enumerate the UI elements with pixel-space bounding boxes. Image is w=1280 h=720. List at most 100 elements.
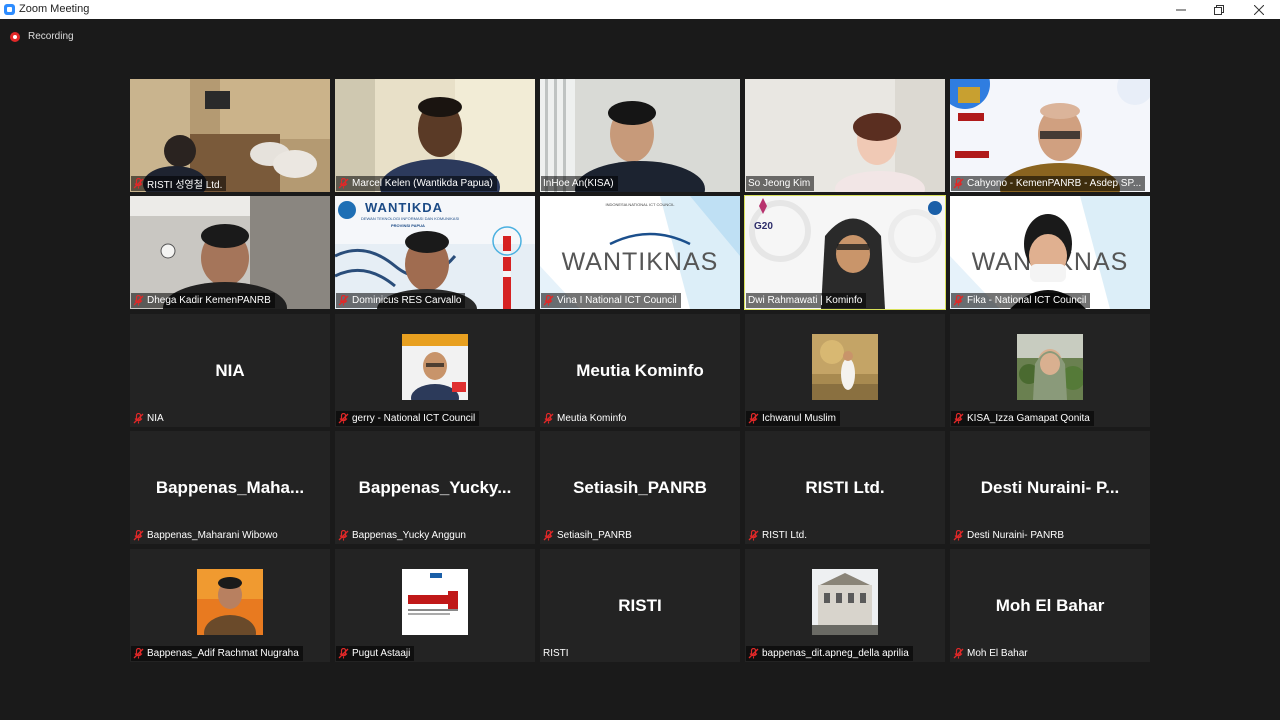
participant-tile[interactable]: KISA_Izza Gamapat Qonita	[950, 314, 1150, 427]
participant-name-label: Dominicus RES Carvallo	[336, 293, 466, 308]
participant-name: Dominicus RES Carvallo	[352, 295, 462, 306]
muted-mic-icon	[338, 530, 349, 541]
muted-mic-icon	[338, 178, 349, 189]
participant-avatar	[197, 569, 263, 635]
participant-name: Moh El Bahar	[967, 648, 1028, 659]
muted-mic-icon	[133, 648, 144, 659]
participant-name: Dhega Kadir KemenPANRB	[147, 295, 271, 306]
muted-mic-icon	[543, 530, 554, 541]
participant-name-label: Vina I National ICT Council	[541, 293, 681, 308]
participant-tile[interactable]: RISTI Ltd. RISTI Ltd.	[745, 431, 945, 544]
participant-name-label: Pugut Astaaji	[336, 646, 415, 661]
close-icon[interactable]	[1244, 0, 1274, 19]
recording-icon	[10, 31, 20, 42]
participant-tile[interactable]: RISTI RISTI	[540, 549, 740, 662]
participant-name: Desti Nuraini- PANRB	[967, 530, 1065, 541]
participant-tile[interactable]: Moh El Bahar Moh El Bahar	[950, 549, 1150, 662]
participant-tile[interactable]: Ichwanul Muslim	[745, 314, 945, 427]
participant-name-label: Dhega Kadir KemenPANRB	[131, 293, 275, 308]
participant-name: Ichwanul Muslim	[762, 413, 836, 424]
banner-subtitle: DEWAN TEKNOLOGI INFORMASI DAN KOMUNIKASI	[361, 216, 460, 221]
recording-indicator[interactable]: Recording	[10, 30, 74, 43]
participant-tile[interactable]: G20 Dwi Rahmawati | Kominfo	[744, 195, 946, 310]
participant-tile[interactable]: Bappenas_Adif Rachmat Nugraha	[130, 549, 330, 662]
participant-avatar	[402, 569, 468, 635]
participant-tile[interactable]: Marcel Kelen (Wantikda Papua)	[335, 79, 535, 192]
participant-name-label: KISA_Izza Gamapat Qonita	[951, 411, 1094, 426]
muted-mic-icon	[543, 295, 554, 306]
participant-tile[interactable]: Dhega Kadir KemenPANRB	[130, 196, 330, 309]
participant-tile[interactable]: gerry - National ICT Council	[335, 314, 535, 427]
participant-name-label: RISTI Ltd.	[746, 528, 811, 543]
participant-name-label: RISTI	[541, 646, 573, 661]
muted-mic-icon	[953, 648, 964, 659]
participant-name: Dwi Rahmawati | Kominfo	[748, 295, 863, 306]
participant-name: Pugut Astaaji	[352, 648, 411, 659]
participant-name: bappenas_dit.apneg_della aprilia	[762, 648, 909, 659]
participant-name-label: InHoe An(KISA)	[541, 176, 618, 191]
participant-tile[interactable]: Setiasih_PANRB Setiasih_PANRB	[540, 431, 740, 544]
participant-tile[interactable]: RISTI 성영철 Ltd.	[130, 79, 330, 192]
participant-name-label: Setiasih_PANRB	[541, 528, 636, 543]
participant-name-label: Meutia Kominfo	[541, 411, 630, 426]
participant-tile[interactable]: WANTIKNAS INDONESIA NATIONAL ICT COUNCIL…	[540, 196, 740, 309]
participant-name: NIA	[147, 413, 164, 424]
participant-name: Marcel Kelen (Wantikda Papua)	[352, 178, 493, 189]
banner-title: WANTIKDA	[365, 200, 444, 215]
muted-mic-icon	[748, 530, 759, 541]
muted-mic-icon	[133, 178, 144, 189]
participant-tile[interactable]: Bappenas_Maha... Bappenas_Maharani Wibow…	[130, 431, 330, 544]
participant-tile[interactable]: So Jeong Kim	[745, 79, 945, 192]
g20-badge: G20	[754, 221, 773, 232]
participant-name: RISTI 성영철 Ltd.	[147, 180, 223, 191]
muted-mic-icon	[133, 295, 144, 306]
participant-name: RISTI Ltd.	[762, 530, 808, 541]
muted-mic-icon	[338, 295, 349, 306]
participant-name: Vina I National ICT Council	[557, 295, 677, 306]
zoom-app-icon	[4, 4, 15, 15]
participant-name: Setiasih_PANRB	[557, 530, 632, 541]
participant-name-label: bappenas_dit.apneg_della aprilia	[746, 646, 913, 661]
banner-subtitle: PROVINSI PAPUA	[391, 223, 425, 228]
participant-tile[interactable]: InHoe An(KISA)	[540, 79, 740, 192]
muted-mic-icon	[338, 413, 349, 424]
muted-mic-icon	[953, 295, 964, 306]
participant-tile[interactable]: Cahyono - KemenPANRB - Asdep SP...	[950, 79, 1150, 192]
banner-title: WANTIKNAS	[561, 248, 719, 276]
participant-name: InHoe An(KISA)	[543, 178, 614, 189]
restore-icon[interactable]	[1204, 0, 1234, 19]
participant-name-label: Desti Nuraini- PANRB	[951, 528, 1068, 543]
muted-mic-icon	[133, 413, 144, 424]
title-bar: Zoom Meeting	[0, 0, 1280, 19]
participant-name: Meutia Kominfo	[557, 413, 627, 424]
participant-tile[interactable]: bappenas_dit.apneg_della aprilia	[745, 549, 945, 662]
participant-name-label: So Jeong Kim	[746, 176, 815, 191]
participant-tile[interactable]: Bappenas_Yucky... Bappenas_Yucky Anggun	[335, 431, 535, 544]
muted-mic-icon	[748, 648, 759, 659]
participant-tile[interactable]: Pugut Astaaji	[335, 549, 535, 662]
participant-name-label: NIA	[131, 411, 168, 426]
minimize-icon[interactable]	[1166, 0, 1196, 19]
participant-name: Bappenas_Yucky Anggun	[352, 530, 466, 541]
participant-tile[interactable]: WANTIKDA DEWAN TEKNOLOGI INFORMASI DAN K…	[335, 196, 535, 309]
participant-avatar	[812, 569, 878, 635]
participant-name: Fika - National ICT Council	[967, 295, 1087, 306]
participant-name: Bappenas_Adif Rachmat Nugraha	[147, 648, 299, 659]
participant-avatar	[1017, 334, 1083, 400]
participant-tile[interactable]: Desti Nuraini- P... Desti Nuraini- PANRB	[950, 431, 1150, 544]
muted-mic-icon	[953, 178, 964, 189]
muted-mic-icon	[748, 413, 759, 424]
participant-tile[interactable]: NIA NIA	[130, 314, 330, 427]
participant-tile[interactable]: WANTIKNAS Fika - National ICT Council	[950, 196, 1150, 309]
participant-tile[interactable]: Meutia Kominfo Meutia Kominfo	[540, 314, 740, 427]
participant-name-label: Ichwanul Muslim	[746, 411, 840, 426]
participant-name: RISTI	[543, 648, 569, 659]
participant-avatar	[402, 334, 468, 400]
participant-name-label: Cahyono - KemenPANRB - Asdep SP...	[951, 176, 1146, 191]
participant-name: Cahyono - KemenPANRB - Asdep SP...	[967, 178, 1142, 189]
participant-avatar	[812, 334, 878, 400]
banner-subtitle: INDONESIA NATIONAL ICT COUNCIL	[605, 202, 675, 207]
participant-name: Bappenas_Maharani Wibowo	[147, 530, 278, 541]
participant-name-label: RISTI 성영철 Ltd.	[131, 176, 227, 191]
window-title: Zoom Meeting	[19, 3, 90, 15]
